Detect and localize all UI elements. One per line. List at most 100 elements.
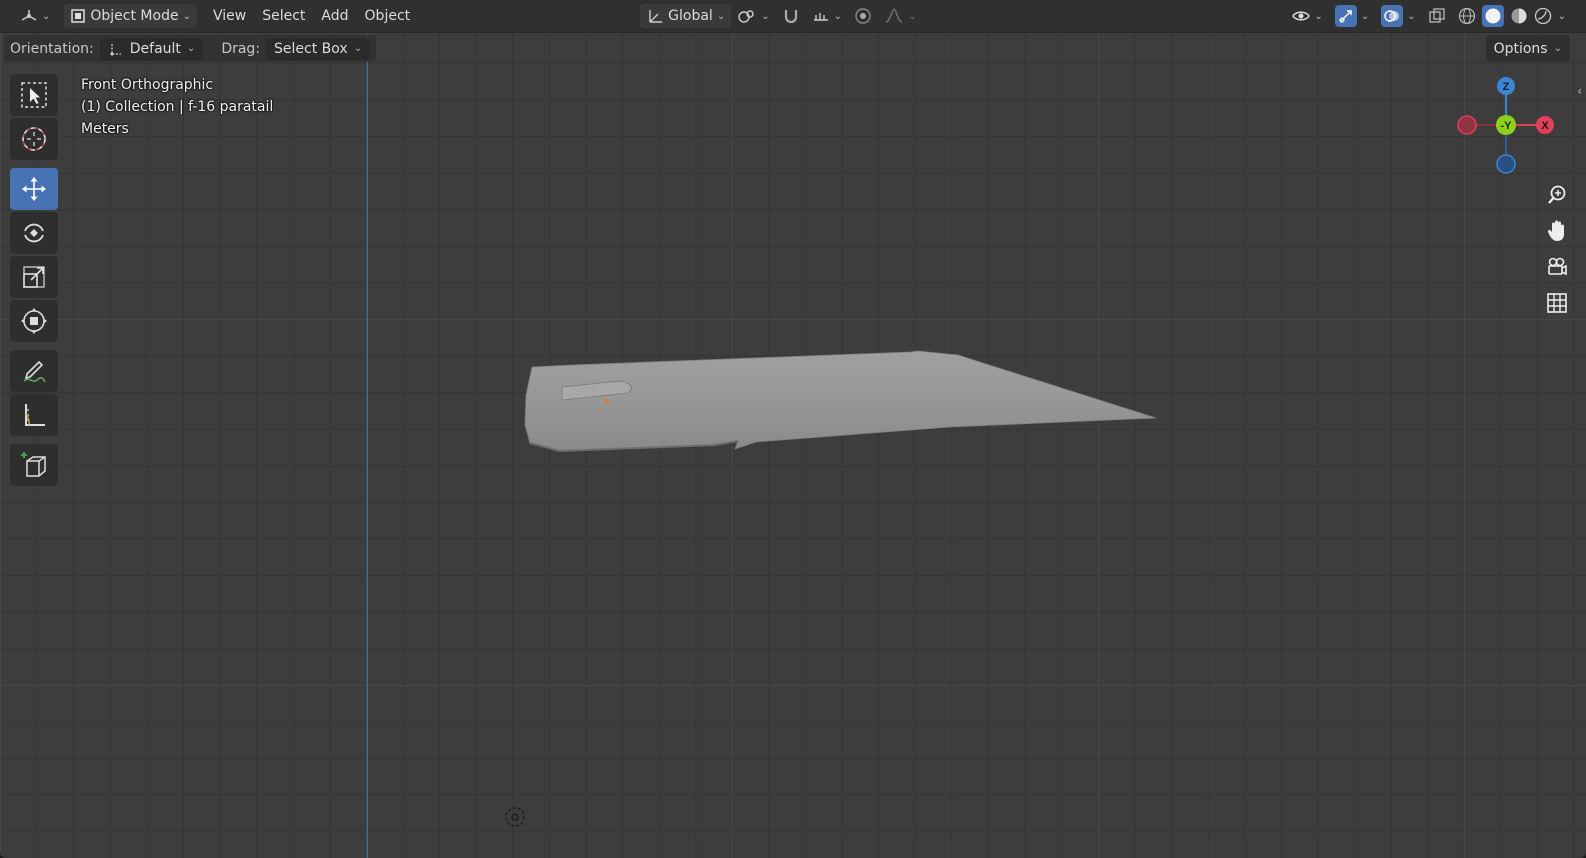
view-name: Front Orthographic — [81, 77, 214, 93]
drag-dropdown[interactable]: Select Box ⌄ — [266, 37, 371, 60]
overlays-icon — [1384, 10, 1400, 22]
gizmo-toggle[interactable]: ⌄ — [1329, 4, 1375, 28]
measure-icon — [25, 404, 45, 426]
chevron-down-icon: ⌄ — [907, 10, 917, 22]
orientation-axes-icon — [649, 10, 663, 23]
chevron-down-icon: ⌄ — [186, 43, 196, 54]
toolbar-left — [10, 74, 60, 486]
gizmo-y-label: -Y — [1501, 120, 1513, 132]
viewport-editor-icon — [21, 10, 37, 21]
viewport-nav-buttons — [1542, 180, 1572, 318]
rotate-icon — [24, 223, 44, 243]
cursor-icon — [22, 127, 46, 151]
orientation-dropdown[interactable]: Default ⌄ — [99, 37, 204, 60]
menu-view[interactable]: View — [205, 4, 254, 28]
add-cube-tool[interactable] — [10, 444, 58, 486]
camera-view-button[interactable] — [1542, 252, 1572, 282]
pivot-icon — [738, 10, 754, 23]
gizmo-icon-wrap — [1334, 5, 1357, 27]
drag-value: Select Box — [274, 40, 348, 57]
transform-tool[interactable] — [10, 300, 58, 342]
magnet-icon — [784, 10, 797, 24]
mode-label: Object Mode — [90, 8, 179, 24]
shading-modes: ⌄ — [1452, 4, 1572, 28]
zoom-button[interactable] — [1542, 180, 1572, 210]
move-icon — [22, 177, 46, 201]
proportional-falloff-dropdown[interactable]: ⌄ — [878, 4, 922, 28]
xray-toggle[interactable] — [1422, 4, 1452, 28]
orientation-default-icon — [110, 43, 121, 55]
toggle-perspective-button[interactable] — [1542, 288, 1572, 318]
world-origin-icon — [505, 807, 525, 827]
scale-icon — [23, 266, 45, 288]
eye-icon — [1292, 11, 1311, 21]
viewport-info: Front Orthographic (1) Collection | f-16… — [81, 74, 273, 140]
chevron-down-icon: ⌄ — [353, 43, 363, 54]
pivot-point-dropdown[interactable]: ⌄ — [731, 4, 775, 28]
menu-add[interactable]: Add — [313, 4, 356, 28]
rotate-tool[interactable] — [10, 212, 58, 254]
add-cube-icon — [21, 452, 46, 477]
annotate-tool[interactable] — [10, 350, 58, 392]
measure-tool[interactable] — [10, 394, 58, 436]
object-mode-icon — [71, 9, 86, 23]
chevron-down-icon: ⌄ — [716, 10, 726, 22]
units-label: Meters — [81, 121, 129, 137]
wireframe-shading-icon[interactable] — [1458, 7, 1476, 25]
snap-target-dropdown[interactable]: ⌄ — [806, 4, 848, 28]
move-tool[interactable] — [10, 168, 58, 210]
sidebar-collapse-arrow[interactable]: ‹ — [1577, 84, 1582, 98]
overlays-icon-wrap — [1381, 5, 1404, 27]
annotate-icon — [23, 360, 46, 383]
grid-icon — [1547, 293, 1567, 313]
options-dropdown[interactable]: Options ⌄ — [1485, 35, 1570, 62]
snap-increment-icon — [813, 13, 828, 21]
chevron-down-icon: ⌄ — [1314, 10, 1323, 22]
pan-button[interactable] — [1542, 216, 1572, 246]
drag-label: Drag: — [221, 40, 261, 57]
chevron-down-icon: ⌄ — [42, 10, 51, 22]
falloff-curve-icon — [885, 8, 903, 23]
chevron-down-icon: ⌄ — [833, 10, 842, 22]
gizmo-x-label: X — [1541, 120, 1549, 132]
visibility-dropdown[interactable]: ⌄ — [1286, 4, 1328, 28]
scale-tool[interactable] — [10, 256, 58, 298]
transform-orientation-dropdown[interactable]: Global ⌄ — [640, 4, 732, 28]
cursor-tool[interactable] — [10, 118, 58, 160]
navigation-gizmo[interactable]: Z X -Y — [1450, 72, 1570, 182]
chevron-down-icon[interactable]: ⌄ — [1558, 11, 1566, 22]
transform-orientation-label: Global — [668, 8, 713, 24]
material-preview-icon[interactable] — [1510, 7, 1528, 25]
editor-type-button[interactable]: ⌄ — [14, 4, 56, 28]
collection-info: (1) Collection | f-16 paratail — [81, 99, 274, 115]
options-label: Options — [1493, 40, 1548, 57]
hand-icon — [1547, 220, 1564, 241]
z-axis-line — [367, 34, 368, 858]
select-box-icon — [21, 82, 47, 108]
chevron-down-icon: ⌄ — [1360, 10, 1370, 22]
mode-dropdown[interactable]: Object Mode ⌄ — [64, 4, 197, 28]
menu-select[interactable]: Select — [254, 4, 313, 28]
chevron-down-icon: ⌄ — [182, 10, 191, 22]
gizmo-z-label: Z — [1503, 81, 1510, 93]
chevron-down-icon: ⌄ — [1407, 10, 1416, 22]
orientation-value: Default — [129, 40, 181, 57]
orientation-label: Orientation: — [10, 40, 94, 57]
menu-object[interactable]: Object — [357, 4, 419, 28]
snap-toggle[interactable] — [776, 4, 806, 28]
proportional-editing-toggle[interactable] — [848, 4, 878, 28]
f16-paratail-mesh[interactable] — [520, 345, 1170, 465]
proportional-editing-icon — [855, 8, 871, 24]
select-box-tool[interactable] — [10, 74, 58, 116]
rendered-shading-icon[interactable] — [1534, 7, 1552, 25]
viewport-header: ⌄ Object Mode ⌄ View Select Add Object G… — [0, 0, 1586, 33]
camera-icon — [1548, 257, 1567, 276]
chevron-down-icon: ⌄ — [761, 10, 770, 22]
xray-icon — [1428, 8, 1445, 23]
solid-shading-button[interactable] — [1481, 5, 1504, 27]
transform-icon — [21, 308, 47, 334]
overlays-toggle[interactable]: ⌄ — [1375, 4, 1421, 28]
tool-settings-bar: Orientation: Default ⌄ Drag: Select Box … — [4, 35, 377, 62]
gizmo-icon — [1339, 10, 1352, 23]
solid-shading-icon — [1485, 8, 1501, 24]
